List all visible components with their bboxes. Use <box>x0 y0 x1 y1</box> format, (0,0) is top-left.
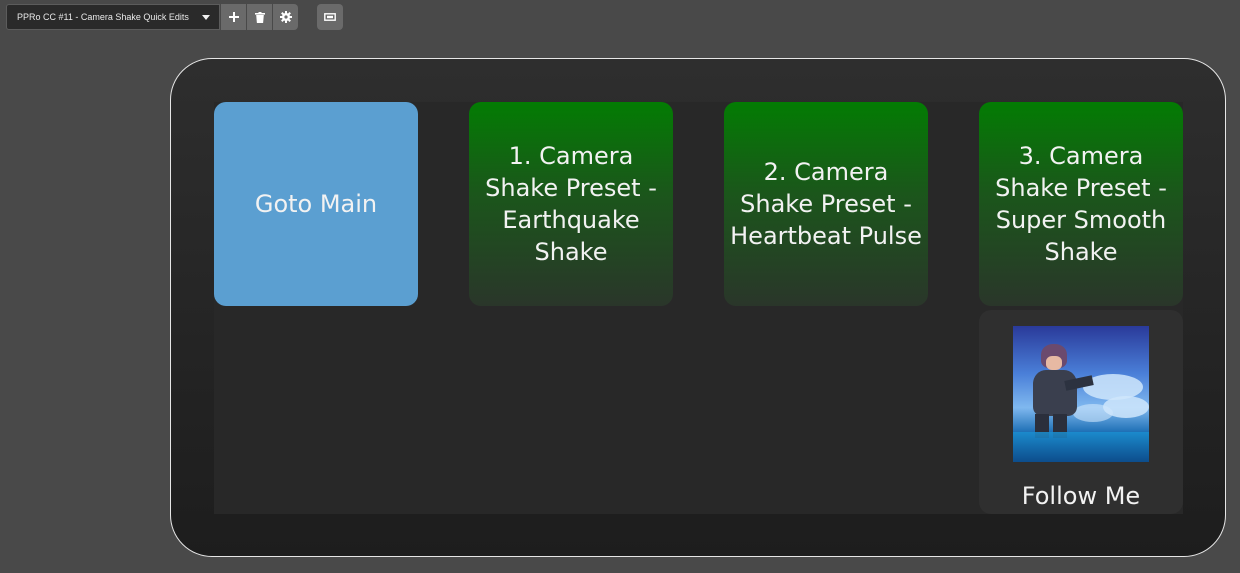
goto-main-key[interactable]: Goto Main <box>214 102 418 306</box>
chevron-down-icon <box>202 15 210 20</box>
key-label: 1. Camera Shake Preset - Earthquake Shak… <box>485 142 657 266</box>
earthquake-shake-key[interactable]: 1. Camera Shake Preset - Earthquake Shak… <box>469 102 673 306</box>
add-profile-button[interactable] <box>221 4 246 30</box>
profile-select[interactable]: PPRo CC #11 - Camera Shake Quick Edits <box>6 4 220 30</box>
fit-screen-button[interactable] <box>317 4 343 30</box>
stream-deck-device: Goto Main 1. Camera Shake Preset - Earth… <box>170 58 1226 557</box>
key-label: Goto Main <box>254 190 378 218</box>
key-label: Follow Me <box>1021 482 1141 510</box>
plus-icon <box>228 12 239 22</box>
delete-profile-button[interactable] <box>247 4 272 30</box>
super-smooth-shake-key[interactable]: 3. Camera Shake Preset - Super Smooth Sh… <box>979 102 1183 306</box>
trash-icon <box>254 11 265 23</box>
follow-me-image <box>1013 326 1149 462</box>
key-grid: Goto Main 1. Camera Shake Preset - Earth… <box>214 102 1183 514</box>
settings-button[interactable] <box>273 4 298 30</box>
fit-screen-icon <box>324 13 336 21</box>
follow-me-key[interactable]: Follow Me <box>979 310 1183 514</box>
profile-select-label: PPRo CC #11 - Camera Shake Quick Edits <box>17 12 189 22</box>
key-label: 3. Camera Shake Preset - Super Smooth Sh… <box>995 142 1167 266</box>
toolbar: PPRo CC #11 - Camera Shake Quick Edits <box>6 4 298 30</box>
gear-icon <box>279 11 292 23</box>
key-label: 2. Camera Shake Preset - Heartbeat Pulse <box>730 158 922 250</box>
heartbeat-pulse-key[interactable]: 2. Camera Shake Preset - Heartbeat Pulse <box>724 102 928 306</box>
